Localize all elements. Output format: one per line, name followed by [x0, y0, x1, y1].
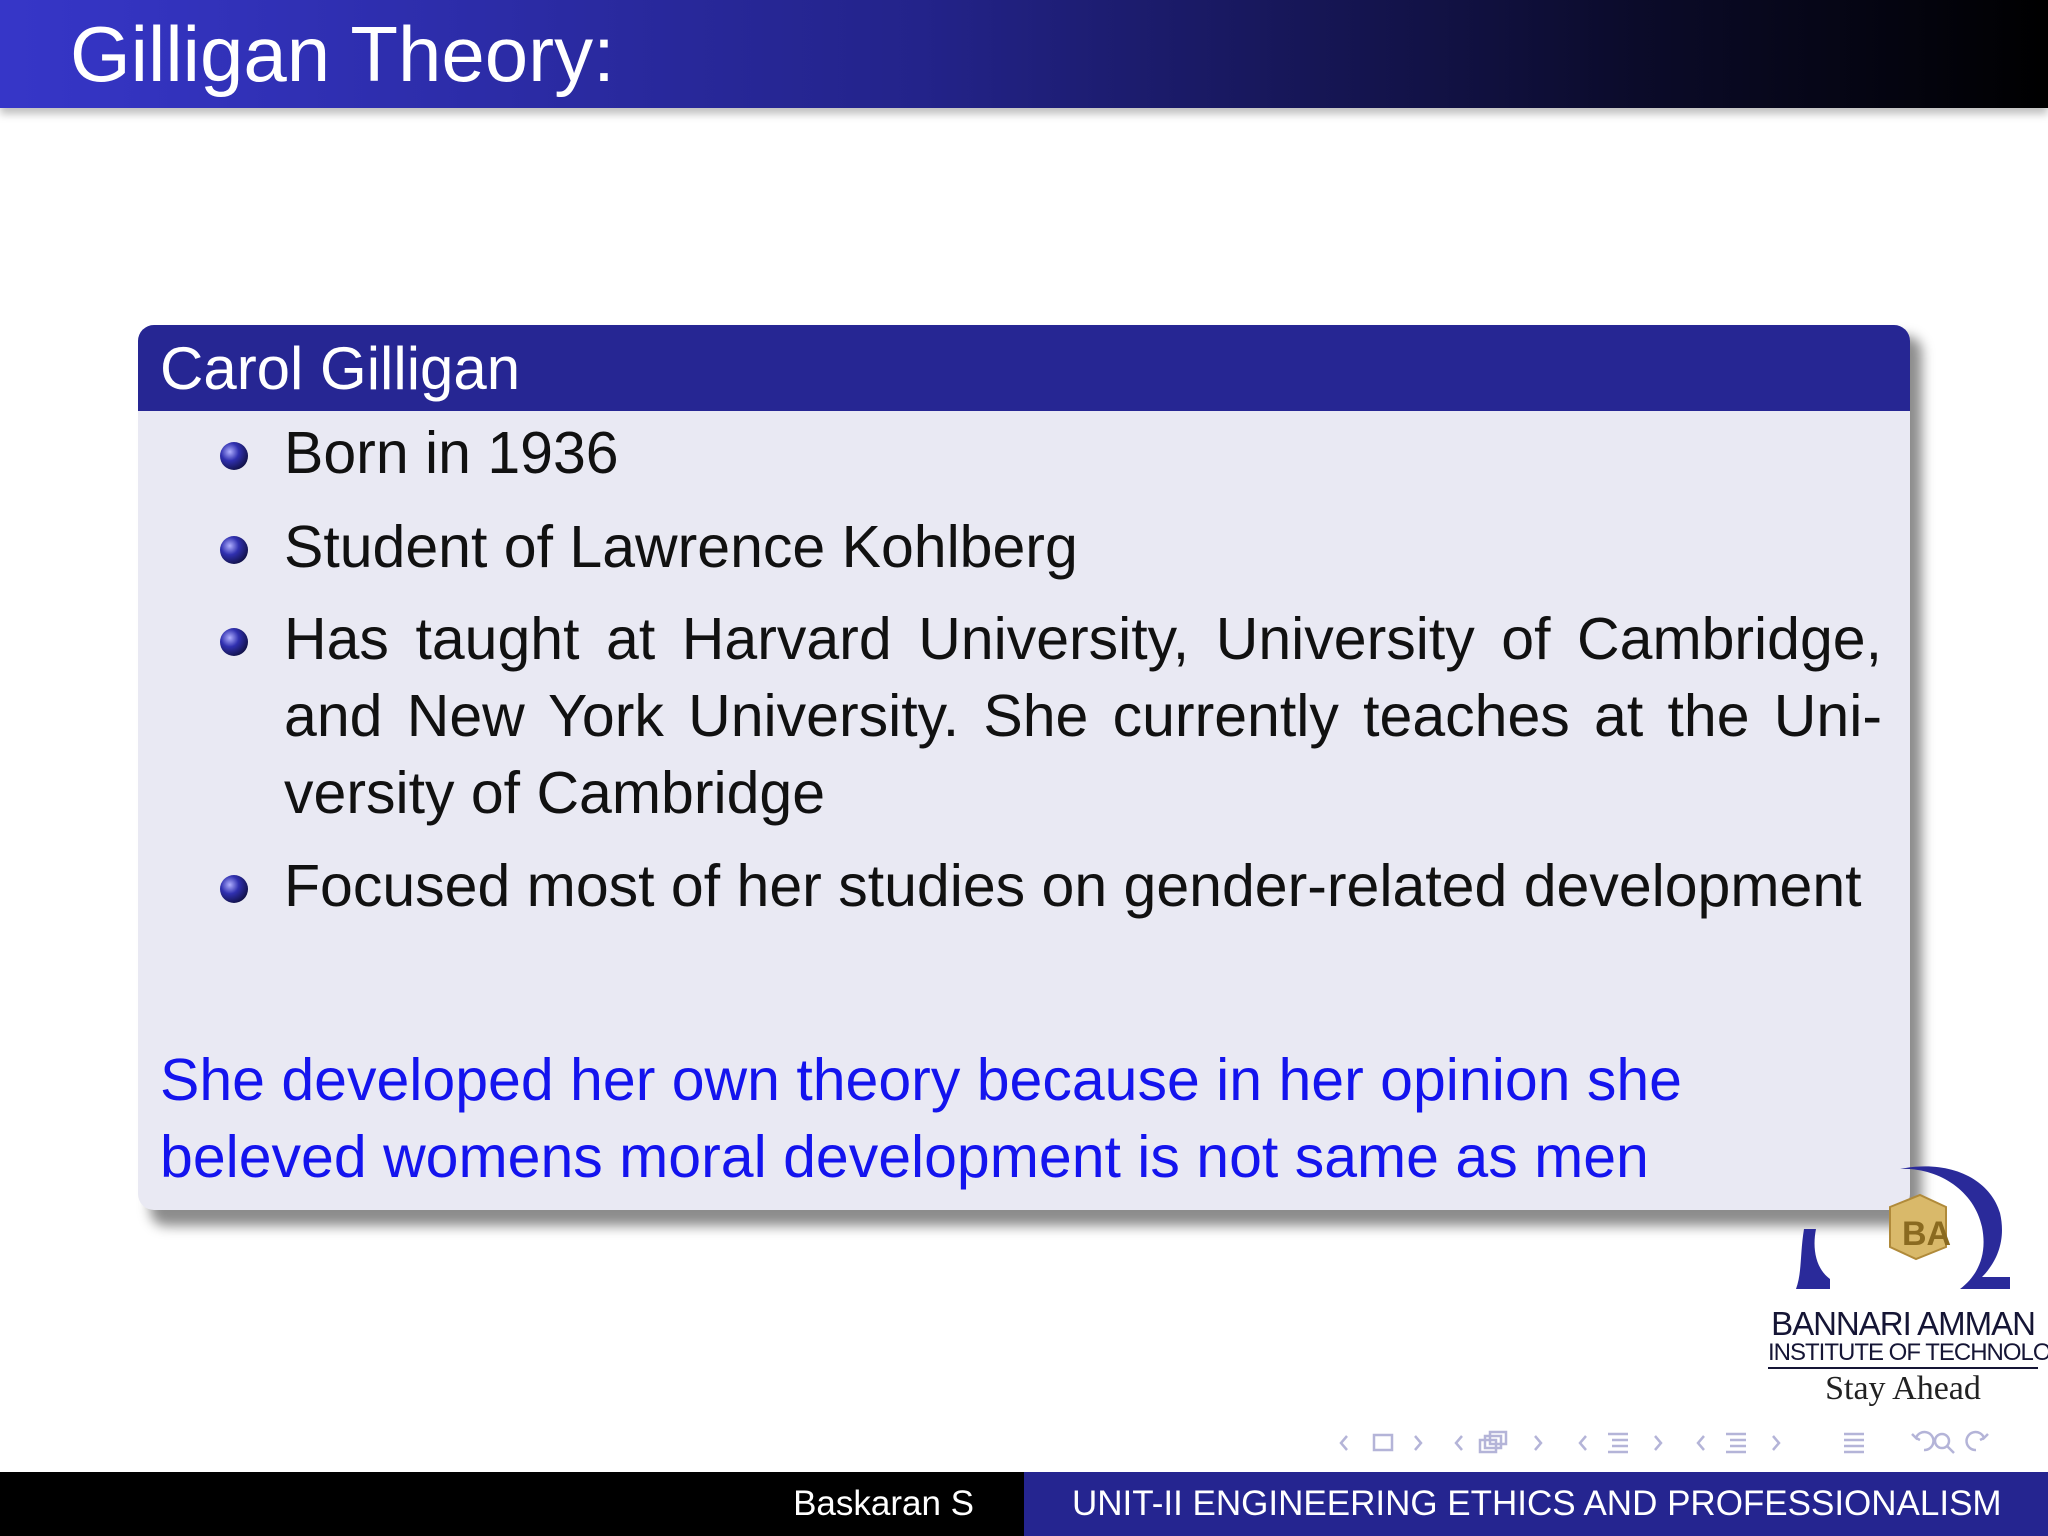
logo-monogram: BA	[1902, 1215, 1951, 1253]
bullet-text: Born in 1936	[284, 420, 619, 486]
logo-subname: INSTITUTE OF TECHNOLOGY	[1768, 1339, 2048, 1369]
bullet-text: Student of Lawrence Kohlberg	[284, 514, 1078, 580]
nav-document-icon[interactable]	[1844, 1432, 1864, 1454]
bullet-icon	[220, 875, 248, 903]
footer: Baskaran S UNIT-II ENGINEERING ETHICS AN…	[0, 1472, 2048, 1536]
bullet-icon	[220, 628, 248, 656]
title-bar: Gilligan Theory:	[0, 0, 2048, 108]
nav-section-icon[interactable]	[1726, 1432, 1746, 1454]
nav-prev-subsection-icon[interactable]	[1578, 1435, 1587, 1451]
bullet-text: Focused most of her studies on gender-re…	[284, 853, 1862, 919]
bullet-icon	[220, 442, 248, 470]
nav-forward-icon[interactable]	[1965, 1430, 1989, 1452]
nav-subsection-icon[interactable]	[1608, 1432, 1628, 1454]
highlight-note: She developed her own theory because in …	[160, 1047, 1682, 1190]
nav-prev-section-icon[interactable]	[1696, 1435, 1705, 1451]
bullet-icon	[220, 536, 248, 564]
content-block: Carol Gilligan Born in 1936 Student of L…	[138, 325, 1910, 1210]
block-title: Carol Gilligan	[160, 335, 521, 402]
nav-next-section-icon[interactable]	[1772, 1435, 1781, 1451]
nav-back-icon[interactable]	[1911, 1430, 1935, 1452]
nav-next-subsection-icon[interactable]	[1654, 1435, 1663, 1451]
footer-course-title: UNIT-II ENGINEERING ETHICS AND PROFESSIO…	[1072, 1484, 2002, 1523]
beamer-nav-bar	[1339, 1430, 1989, 1454]
footer-right-panel: UNIT-II ENGINEERING ETHICS AND PROFESSIO…	[1024, 1472, 2048, 1536]
nav-next-slide-icon[interactable]	[1534, 1435, 1543, 1451]
footer-author: Baskaran S	[793, 1484, 974, 1523]
institute-logo: BA BANNARI AMMAN INSTITUTE OF TECHNOLOGY…	[1760, 1165, 2048, 1415]
footer-left-panel: Baskaran S	[0, 1472, 1024, 1536]
logo-emblem-icon: BA	[1796, 1166, 2010, 1289]
block-header: Carol Gilligan	[138, 325, 1910, 411]
bullet-text: Has taught at Harvard University, Univer…	[284, 606, 1882, 826]
logo-name: BANNARI AMMAN	[1771, 1305, 2036, 1342]
nav-slide-icon[interactable]	[1478, 1430, 1508, 1454]
logo-tagline: Stay Ahead	[1825, 1370, 1981, 1407]
nav-next-frame-icon[interactable]	[1414, 1435, 1423, 1451]
nav-prev-frame-icon[interactable]	[1339, 1435, 1348, 1451]
nav-frame-icon[interactable]	[1372, 1433, 1394, 1452]
slide-title: Gilligan Theory:	[70, 10, 615, 98]
nav-search-icon[interactable]	[1933, 1432, 1955, 1454]
nav-prev-slide-icon[interactable]	[1454, 1435, 1463, 1451]
